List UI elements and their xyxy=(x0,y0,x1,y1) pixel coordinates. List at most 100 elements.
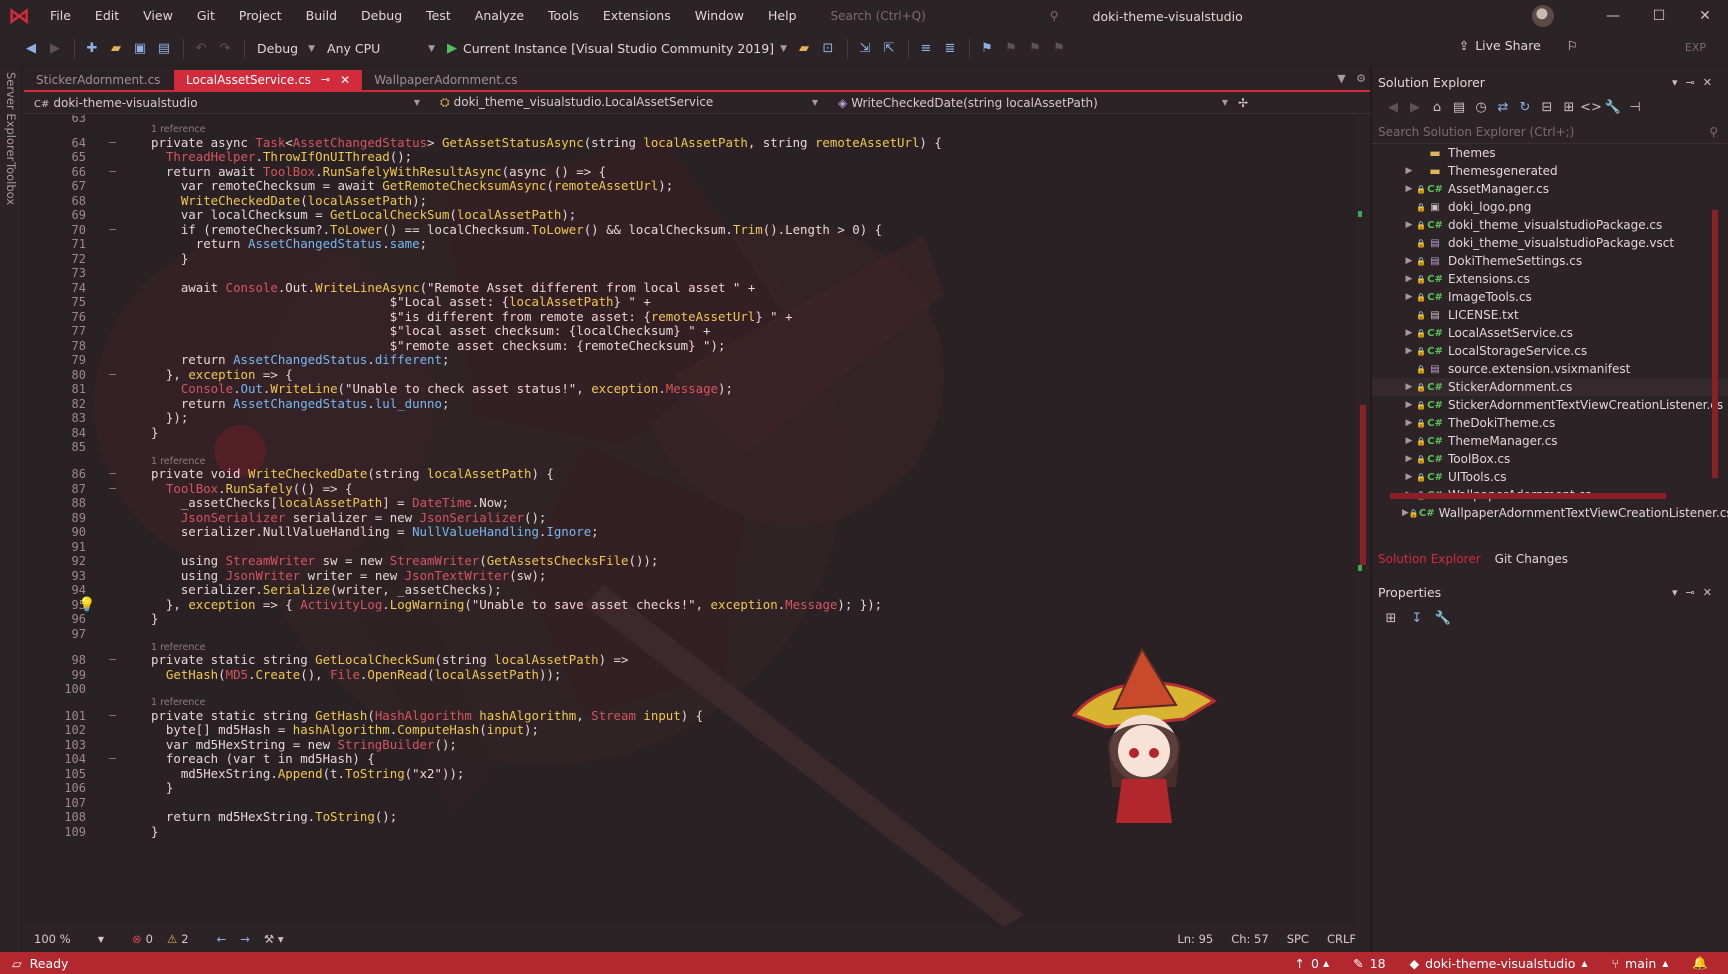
warnings-indicator[interactable]: ⚠ 2 xyxy=(167,932,189,946)
sync-icon[interactable]: ⇄ xyxy=(1492,100,1514,115)
tab-overflow-icon[interactable]: ▼ ⚙ xyxy=(1337,72,1366,85)
home-icon[interactable]: ⌂ xyxy=(1426,100,1448,115)
prev-bookmark-icon[interactable]: ⚑ xyxy=(1000,38,1022,60)
column-indicator[interactable]: Ch: 57 xyxy=(1231,932,1268,946)
solution-tree-item[interactable]: ▶ ▬ Themesgenerated xyxy=(1372,162,1728,180)
open-file-icon[interactable]: ▰ xyxy=(105,38,127,60)
toolbox-tab[interactable]: Toolbox xyxy=(4,162,18,205)
platform-dropdown[interactable]: Any CPU ▼ xyxy=(321,41,441,56)
expand-chevron-icon[interactable]: ▶ xyxy=(1402,274,1416,284)
fold-toggle-icon[interactable]: − xyxy=(108,652,117,668)
repository-indicator[interactable]: ◆ doki-theme-visualstudio ▲ xyxy=(1410,956,1588,971)
menu-extensions[interactable]: Extensions xyxy=(591,0,683,32)
menu-git[interactable]: Git xyxy=(185,0,227,32)
split-editor-icon[interactable]: ✢ xyxy=(1238,92,1258,114)
line-ending-indicator[interactable]: CRLF xyxy=(1327,932,1356,946)
zoom-dropdown[interactable]: 100 % ▼ xyxy=(34,932,104,946)
fold-toggle-icon[interactable]: − xyxy=(108,708,117,724)
pin-icon[interactable]: ⊸ xyxy=(321,70,330,90)
solution-tree-item[interactable]: ▶ 🔒 C# TheDokiTheme.cs xyxy=(1372,414,1728,432)
solution-tree-item[interactable]: ▶ 🔒 C# WallpaperAdornmentTextViewCreationLi… xyxy=(1372,504,1728,522)
uncomment-icon[interactable]: ≣ xyxy=(939,38,961,60)
configuration-dropdown[interactable]: Debug ▼ xyxy=(251,41,321,56)
pending-edits-indicator[interactable]: ✎ 18 xyxy=(1353,956,1385,971)
expand-chevron-icon[interactable]: ▶ xyxy=(1402,346,1416,356)
solution-tree-item[interactable]: 🔒 ▤ source.extension.vsixmanifest xyxy=(1372,360,1728,378)
class-dropdown[interactable]: ⛭ doki_theme_visualstudio.LocalAssetServi… xyxy=(430,92,828,114)
tab-local-asset-service[interactable]: LocalAssetService.cs ⊸ ✕ xyxy=(174,70,363,90)
browse-folder-icon[interactable]: ▰ xyxy=(793,38,815,60)
minimize-icon[interactable]: — xyxy=(1590,8,1636,24)
expand-chevron-icon[interactable]: ▶ xyxy=(1402,454,1416,464)
line-indicator[interactable]: Ln: 95 xyxy=(1177,932,1213,946)
solution-search-input[interactable]: Search Solution Explorer (Ctrl+;) ⚲ xyxy=(1372,120,1728,144)
menu-window[interactable]: Window xyxy=(683,0,756,32)
maximize-icon[interactable]: ☐ xyxy=(1636,8,1682,24)
member-dropdown[interactable]: ◈ WriteCheckedDate(string localAssetPath)… xyxy=(828,92,1238,114)
menu-test[interactable]: Test xyxy=(414,0,463,32)
panel-window-buttons[interactable]: ▾⊸✕ xyxy=(1672,586,1720,599)
save-all-icon[interactable]: ▤ xyxy=(153,38,175,60)
collapse-all-icon[interactable]: ⊟ xyxy=(1536,100,1558,115)
alphabetical-icon[interactable]: ↧ xyxy=(1404,611,1430,626)
scrollbar-thumb[interactable] xyxy=(1360,405,1366,565)
next-bookmark-icon[interactable]: ⚑ xyxy=(1024,38,1046,60)
tab-sticker-adornment[interactable]: StickerAdornment.cs xyxy=(24,70,174,90)
menu-tools[interactable]: Tools xyxy=(536,0,591,32)
expand-chevron-icon[interactable]: ▶ xyxy=(1402,472,1416,482)
back-icon[interactable]: ◀ xyxy=(1382,100,1404,115)
properties-icon[interactable]: 🔧 xyxy=(1602,100,1624,115)
tab-solution-explorer[interactable]: Solution Explorer xyxy=(1378,552,1481,566)
solution-tree-item[interactable]: ▶ 🔒 C# ImageTools.cs xyxy=(1372,288,1728,306)
feedback-icon[interactable]: ⚐ xyxy=(1567,38,1578,53)
bookmark-icon[interactable]: ⚑ xyxy=(976,38,998,60)
expand-chevron-icon[interactable]: ▶ xyxy=(1402,220,1416,230)
tree-scrollbar-thumb[interactable] xyxy=(1712,210,1718,478)
lightbulb-icon[interactable]: 💡 xyxy=(78,597,95,613)
step-over-icon[interactable]: ⇱ xyxy=(878,38,900,60)
solution-tree-item[interactable]: ▶ 🔒 C# ToolBox.cs xyxy=(1372,450,1728,468)
branch-indicator[interactable]: ⑂ main ▲ xyxy=(1612,956,1669,971)
project-dropdown[interactable]: C# doki-theme-visualstudio ▼ xyxy=(24,92,430,114)
solution-tree-item[interactable]: ▶ 🔒 C# ThemeManager.cs xyxy=(1372,432,1728,450)
live-share-button[interactable]: ⇪ Live Share ⚐ xyxy=(1459,38,1578,53)
solution-tree-item[interactable]: 🔒 ▤ LICENSE.txt xyxy=(1372,306,1728,324)
solution-tree-item[interactable]: ▶ 🔒 C# doki_theme_visualstudioPackage.cs xyxy=(1372,216,1728,234)
pending-changes-icon[interactable]: ◷ xyxy=(1470,100,1492,115)
show-all-files-icon[interactable]: ⊞ xyxy=(1558,100,1580,115)
fold-toggle-icon[interactable]: − xyxy=(108,481,117,497)
next-issue-icon[interactable]: → xyxy=(240,932,250,946)
comment-icon[interactable]: ≡ xyxy=(915,38,937,60)
errors-indicator[interactable]: ⊗ 0 xyxy=(132,932,153,946)
menu-edit[interactable]: Edit xyxy=(83,0,131,32)
close-tab-icon[interactable]: ✕ xyxy=(340,70,350,90)
fold-toggle-icon[interactable]: − xyxy=(108,164,117,180)
notifications-icon[interactable]: 🔔 xyxy=(1692,955,1708,971)
new-project-icon[interactable]: ✚ xyxy=(81,38,103,60)
fold-toggle-icon[interactable]: − xyxy=(108,466,117,482)
expand-chevron-icon[interactable]: ▶ xyxy=(1402,418,1416,428)
expand-chevron-icon[interactable]: ▶ xyxy=(1402,436,1416,446)
forward-icon[interactable]: ▶ xyxy=(1404,100,1426,115)
expand-chevron-icon[interactable]: ▶ xyxy=(1402,184,1416,194)
solution-tree-item[interactable]: ▶ 🔒 ▤ DokiThemeSettings.cs xyxy=(1372,252,1728,270)
avatar[interactable] xyxy=(1532,5,1554,27)
step-into-icon[interactable]: ⇲ xyxy=(854,38,876,60)
cleanup-icon[interactable]: ⚒ ▾ xyxy=(264,932,284,946)
whitespace-indicator[interactable]: SPC xyxy=(1287,932,1309,946)
solution-tree-item[interactable]: ▬ Themes xyxy=(1372,144,1728,162)
view-code-icon[interactable]: <> xyxy=(1580,100,1602,115)
close-icon[interactable]: ✕ xyxy=(1682,8,1728,24)
refresh-icon[interactable]: ↻ xyxy=(1514,100,1536,115)
expand-chevron-icon[interactable]: ▶ xyxy=(1402,328,1416,338)
solution-tree-item[interactable]: ▶ 🔒 C# StickerAdornment.cs xyxy=(1372,378,1728,396)
panel-window-buttons[interactable]: ▾⊸✕ xyxy=(1672,76,1720,89)
back-icon[interactable]: ◀ xyxy=(20,38,42,60)
solution-tree-item[interactable]: ▶ 🔒 C# LocalAssetService.cs xyxy=(1372,324,1728,342)
fold-toggle-icon[interactable]: − xyxy=(108,135,117,151)
switch-views-icon[interactable]: ▤ xyxy=(1448,100,1470,115)
fold-toggle-icon[interactable]: − xyxy=(108,751,117,767)
redo-icon[interactable]: ↷ xyxy=(214,38,236,60)
fold-toggle-icon[interactable]: − xyxy=(108,222,117,238)
expand-chevron-icon[interactable]: ▶ xyxy=(1402,292,1416,302)
